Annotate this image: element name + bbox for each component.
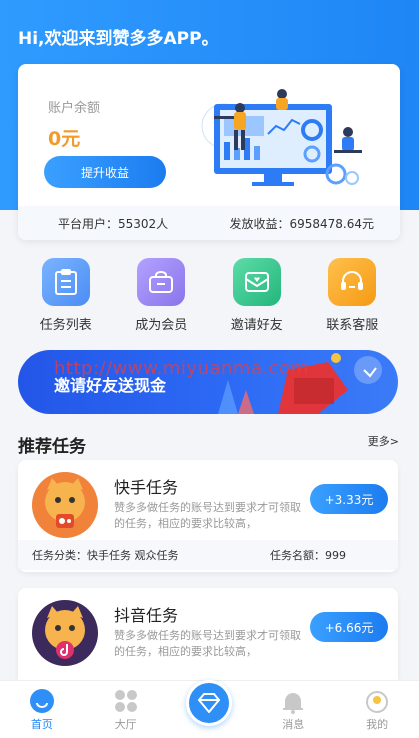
- quick-action-label: 任务列表: [39, 318, 92, 333]
- task-quota: 任务名额：999: [270, 549, 346, 562]
- task-reward-button[interactable]: +6.66元: [310, 612, 388, 642]
- quick-action-label: 成为会员: [135, 318, 188, 333]
- recommended-tasks-title: 推荐任务: [18, 437, 86, 457]
- tab-mine[interactable]: 我的: [342, 680, 412, 738]
- task-description: 赞多多做任务的账号达到要求才可领取的任务，相应的要求比较高，: [114, 501, 301, 530]
- bell-icon: [283, 693, 304, 714]
- balance-label: 账户余额: [48, 101, 101, 116]
- quick-action-invite-friends[interactable]: 邀请好友: [209, 258, 305, 338]
- platform-stats: 平台用户：55302人 发放收益：6958478.64元: [18, 206, 400, 240]
- task-category: 任务分类：快手任务 观众任务: [32, 549, 179, 562]
- task-name: 快手任务: [114, 478, 179, 497]
- douyin-avatar: [32, 600, 98, 666]
- balance-card: 账户余额 0元 提升收益 平台用户：55302人 发放收益：6958478.64…: [18, 64, 400, 240]
- invite-mail-icon: [232, 258, 281, 306]
- tab-home[interactable]: 首页: [7, 680, 77, 738]
- boost-earnings-button[interactable]: 提升收益: [44, 156, 166, 188]
- member-bag-icon: [137, 258, 186, 306]
- dashboard-illustration: [201, 89, 362, 186]
- task-reward-button[interactable]: +3.33元: [310, 484, 388, 514]
- total-payout: 发放收益：6958478.64元: [229, 216, 374, 231]
- hall-grid-icon: [114, 690, 137, 712]
- tab-label: 我的: [366, 718, 389, 731]
- quick-actions: 任务列表 成为会员 邀请好友 联系客服: [18, 258, 400, 338]
- diamond-icon: [186, 680, 233, 726]
- invite-banner[interactable]: 邀请好友送现金 http://www.miyuanma.com: [18, 350, 398, 414]
- home-icon: [29, 689, 54, 713]
- more-tasks-link[interactable]: 更多>: [368, 433, 399, 449]
- task-card-kuaishou[interactable]: 快手任务 赞多多做任务的账号达到要求才可领取的任务，相应的要求比较高， +3.3…: [18, 460, 398, 572]
- balance-value: 0元: [48, 128, 81, 150]
- quick-action-task-list[interactable]: 任务列表: [18, 258, 114, 338]
- tab-center[interactable]: [174, 680, 244, 738]
- task-description: 赞多多做任务的账号达到要求才可领取的任务，相应的要求比较高，: [114, 629, 301, 658]
- tab-hall[interactable]: 大厅: [91, 680, 161, 738]
- tab-label: 消息: [282, 718, 305, 731]
- banner-watermark: http://www.miyuanma.com: [54, 358, 309, 379]
- platform-users: 平台用户：55302人: [58, 216, 169, 231]
- task-card-douyin[interactable]: 抖音任务 赞多多做任务的账号达到要求才可领取的任务，相应的要求比较高， +6.6…: [18, 588, 398, 680]
- bottom-tab-bar: 首页 大厅 消息 我的: [0, 680, 419, 738]
- quick-action-label: 邀请好友: [230, 318, 283, 333]
- quick-action-customer-service[interactable]: 联系客服: [305, 258, 401, 338]
- tab-label: 大厅: [114, 718, 137, 731]
- headset-icon: [328, 258, 377, 306]
- task-name: 抖音任务: [114, 606, 179, 625]
- quick-action-become-member[interactable]: 成为会员: [114, 258, 210, 338]
- welcome-greeting: Hi,欢迎来到赞多多APP。: [18, 29, 219, 49]
- quick-action-label: 联系客服: [326, 318, 379, 333]
- tab-messages[interactable]: 消息: [258, 680, 328, 738]
- task-meta: 任务分类：快手任务 观众任务 任务名额：999: [18, 540, 398, 570]
- kuaishou-avatar: [32, 472, 98, 538]
- tab-label: 首页: [30, 718, 53, 731]
- profile-icon: [366, 691, 389, 713]
- clipboard-icon: [41, 258, 90, 306]
